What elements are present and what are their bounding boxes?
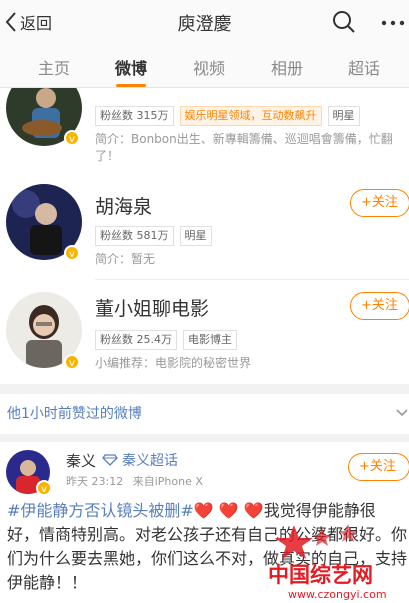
user-intro: 简介：暂无 [95, 252, 156, 266]
svg-text:中国综艺网: 中国综艺网 [268, 563, 373, 587]
supertopic-label: 秦义超话 [122, 453, 178, 469]
user-tags: 粉丝数 581万 明星 [95, 226, 212, 246]
diamond-icon [102, 454, 118, 466]
user-card[interactable]: v 董小姐聊电影 粉丝数 25.4万 电影博主 小编推荐：电影院的秘密世界 +关… [0, 286, 409, 384]
category-tag: 明星 [327, 106, 360, 126]
heart-emoji-icon: ❤️ ❤️ ❤️ [193, 501, 264, 520]
weibo-profile-screen: 返回 庾澄慶 主页 微博 视频 相册 超话 v 粉丝数 315万 娱乐明星领域，… [0, 0, 409, 603]
trending-tag: 娱乐明星领域，互动数飙升 [179, 106, 322, 126]
svg-text:v: v [41, 484, 47, 494]
follow-button[interactable]: +关注 [350, 189, 409, 217]
divider [95, 279, 409, 280]
profile-tabs: 主页 微博 视频 相册 超话 [0, 44, 409, 88]
verified-badge-icon: v [64, 130, 80, 146]
svg-text:www.czongyi.com: www.czongyi.com [288, 588, 387, 601]
tab-video[interactable]: 视频 [184, 55, 234, 79]
active-tab-indicator [116, 84, 146, 87]
user-name[interactable]: 胡海泉 [95, 192, 152, 219]
fans-count-tag: 粉丝数 315万 [95, 106, 174, 126]
tab-weibo[interactable]: 微博 [106, 55, 156, 79]
verified-badge-icon: v [36, 480, 52, 496]
section-title: 他1小时前赞过的微博 [7, 406, 142, 422]
search-icon[interactable] [331, 9, 357, 35]
more-options-icon[interactable] [380, 19, 406, 27]
verified-badge-icon: v [64, 245, 80, 261]
supertopic-link[interactable]: 秦义超话 [102, 450, 178, 470]
follow-button[interactable]: +关注 [348, 453, 409, 481]
user-card[interactable]: v 胡海泉 粉丝数 581万 明星 简介：暂无 +关注 [0, 181, 409, 286]
post-meta: 昨天 23:12 来自iPhone X [66, 473, 203, 489]
follow-button[interactable]: +关注 [350, 292, 409, 320]
section-spacer [0, 384, 409, 394]
fans-count-tag: 粉丝数 25.4万 [95, 330, 177, 350]
user-card[interactable]: v 陶喆 粉丝数 315万 娱乐明星领域，互动数飙升 明星 简介：Bonbon出… [0, 88, 409, 175]
user-intro: 小编推荐：电影院的秘密世界 [95, 356, 252, 370]
liked-posts-header[interactable]: 他1小时前赞过的微博 [0, 394, 409, 434]
post-source: 来自iPhone X [132, 475, 203, 488]
post-author-name[interactable]: 秦义 [66, 450, 96, 471]
chevron-down-icon [396, 409, 408, 417]
top-navigation-bar: 返回 庾澄慶 [0, 0, 409, 44]
fans-count-tag: 粉丝数 581万 [95, 226, 174, 246]
verified-badge-icon: v [64, 354, 80, 370]
user-tags: 粉丝数 25.4万 电影博主 [95, 330, 237, 350]
user-name[interactable]: 董小姐聊电影 [95, 294, 209, 321]
user-intro: 简介：Bonbon出生、新專輯籌備、巡迴唱會籌備，忙翻了！ [95, 132, 393, 163]
user-card-list: v 陶喆 粉丝数 315万 娱乐明星领域，互动数飙升 明星 简介：Bonbon出… [0, 88, 409, 384]
tab-supertopic[interactable]: 超话 [339, 55, 389, 79]
site-watermark-logo: 中国综艺网 www.czongyi.com [268, 524, 387, 601]
category-tag: 电影博主 [183, 330, 237, 350]
category-tag: 明星 [179, 226, 212, 246]
tab-home[interactable]: 主页 [29, 55, 79, 79]
svg-text:v: v [69, 134, 75, 144]
post-time: 昨天 23:12 [66, 475, 124, 488]
svg-text:v: v [69, 358, 75, 368]
tab-album[interactable]: 相册 [262, 55, 312, 79]
svg-text:v: v [69, 249, 75, 259]
hashtag-link[interactable]: #伊能静方否认镜头被删# [7, 501, 194, 520]
section-spacer [0, 434, 409, 442]
user-tags: 粉丝数 315万 娱乐明星领域，互动数飙升 明星 [95, 106, 360, 126]
